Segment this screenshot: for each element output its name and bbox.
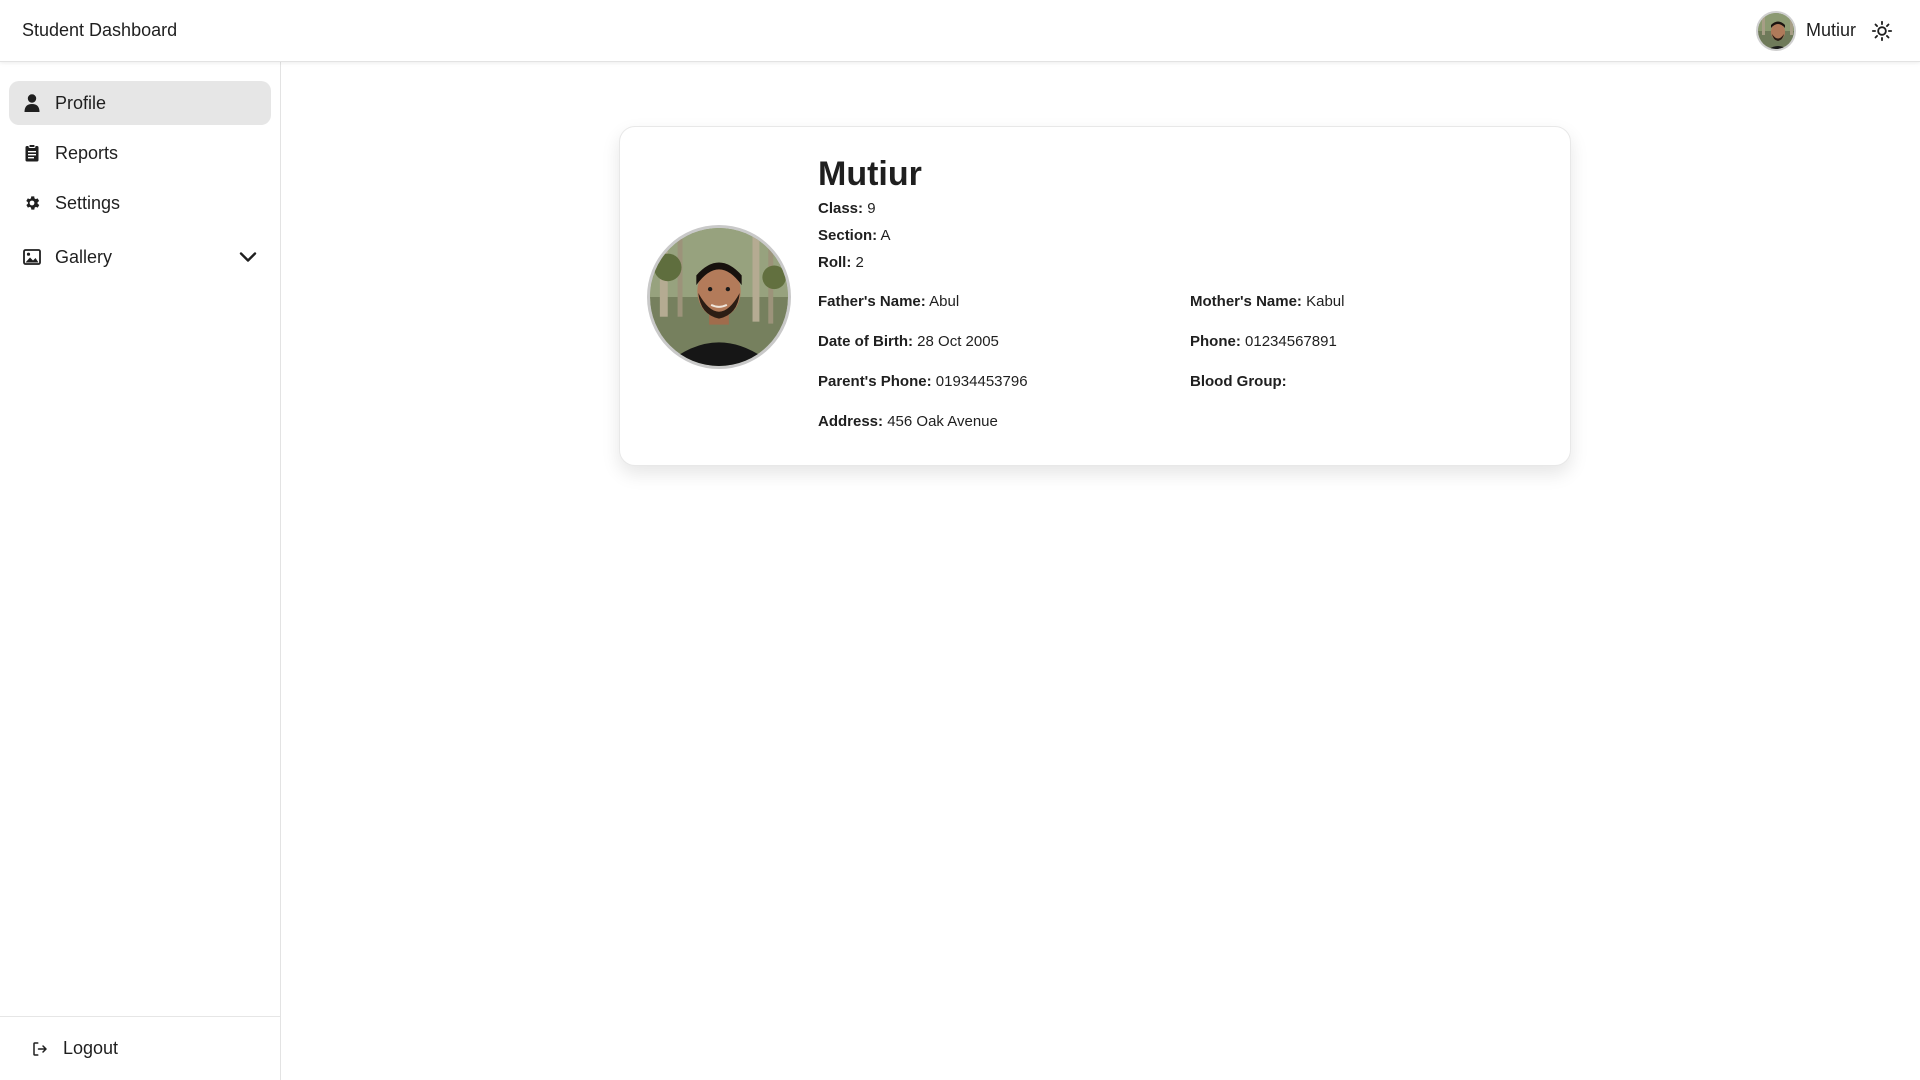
sidebar-item-label: Settings [55, 192, 121, 213]
roll-value: 2 [855, 254, 864, 271]
father-name-value: Abul [929, 293, 960, 310]
parent-phone-value: 01934453796 [935, 373, 1028, 390]
student-name: Mutiur [818, 155, 922, 193]
roll-label: Roll: [818, 254, 852, 271]
mother-name-field: Mother's Name: Kabul [1190, 290, 1562, 313]
parent-phone-label: Parent's Phone: [818, 373, 932, 390]
image-icon [23, 248, 41, 266]
blood-group-label: Blood Group: [1190, 373, 1287, 390]
section-label: Section: [818, 227, 878, 244]
date-of-birth-value: 28 Oct 2005 [917, 333, 999, 350]
logout-icon [31, 1040, 49, 1058]
date-of-birth-label: Date of Birth: [818, 333, 913, 350]
section-line: Section: A [818, 222, 1558, 249]
sidebar-item-profile[interactable]: Profile [9, 81, 271, 125]
theme-toggle-button[interactable] [1866, 15, 1898, 47]
top-bar: Student Dashboard Mutiur [0, 0, 1920, 62]
user-menu[interactable]: Mutiur [1755, 10, 1898, 51]
logout-button[interactable]: Logout [0, 1016, 280, 1080]
gear-icon [23, 194, 41, 212]
class-value: 9 [867, 200, 876, 217]
sidebar-nav: Profile Reports Settings Gallery [0, 62, 280, 279]
phone-value: 01234567891 [1245, 333, 1337, 350]
father-name-label: Father's Name: [818, 293, 926, 310]
address-field: Address: 456 Oak Avenue [818, 410, 1190, 433]
sidebar-item-label: Gallery [55, 246, 113, 267]
logout-label: Logout [63, 1038, 119, 1058]
mother-name-label: Mother's Name: [1190, 293, 1302, 310]
sidebar-item-label: Reports [55, 142, 119, 163]
section-value: A [880, 227, 891, 244]
address-value: 456 Oak Avenue [887, 413, 998, 430]
profile-card: Mutiur Class: 9 Section: A Roll: 2 Fathe… [619, 126, 1571, 466]
father-name-field: Father's Name: Abul [818, 290, 1190, 313]
class-label: Class: [818, 200, 864, 217]
address-label: Address: [818, 413, 884, 430]
chevron-down-icon[interactable] [239, 247, 257, 268]
phone-label: Phone: [1190, 333, 1241, 350]
sidebar-item-settings[interactable]: Settings [9, 181, 271, 225]
clipboard-icon [23, 144, 41, 162]
mother-name-value: Kabul [1306, 293, 1345, 310]
avatar-photo [1757, 12, 1794, 49]
profile-photo [647, 225, 791, 369]
profile-photo-image [650, 228, 788, 366]
blood-group-field: Blood Group: [1190, 370, 1562, 393]
sidebar-item-gallery[interactable]: Gallery [9, 235, 271, 279]
sidebar-item-label: Profile [55, 92, 107, 113]
date-of-birth-field: Date of Birth: 28 Oct 2005 [818, 330, 1190, 353]
class-line: Class: 9 [818, 195, 1558, 222]
user-icon [23, 94, 41, 112]
details-grid: Father's Name: Abul Mother's Name: Kabul… [818, 290, 1558, 433]
parent-phone-field: Parent's Phone: 01934453796 [818, 370, 1190, 393]
sun-icon [1871, 20, 1893, 41]
sidebar: Profile Reports Settings Gallery Logout [0, 62, 281, 1080]
avatar[interactable] [1755, 10, 1796, 51]
app-title: Student Dashboard [22, 20, 178, 40]
phone-field: Phone: 01234567891 [1190, 330, 1562, 353]
header-username[interactable]: Mutiur [1806, 20, 1856, 41]
sidebar-item-reports[interactable]: Reports [9, 131, 271, 175]
profile-info: Mutiur Class: 9 Section: A Roll: 2 Fathe… [818, 153, 1558, 433]
roll-line: Roll: 2 [818, 249, 1558, 276]
